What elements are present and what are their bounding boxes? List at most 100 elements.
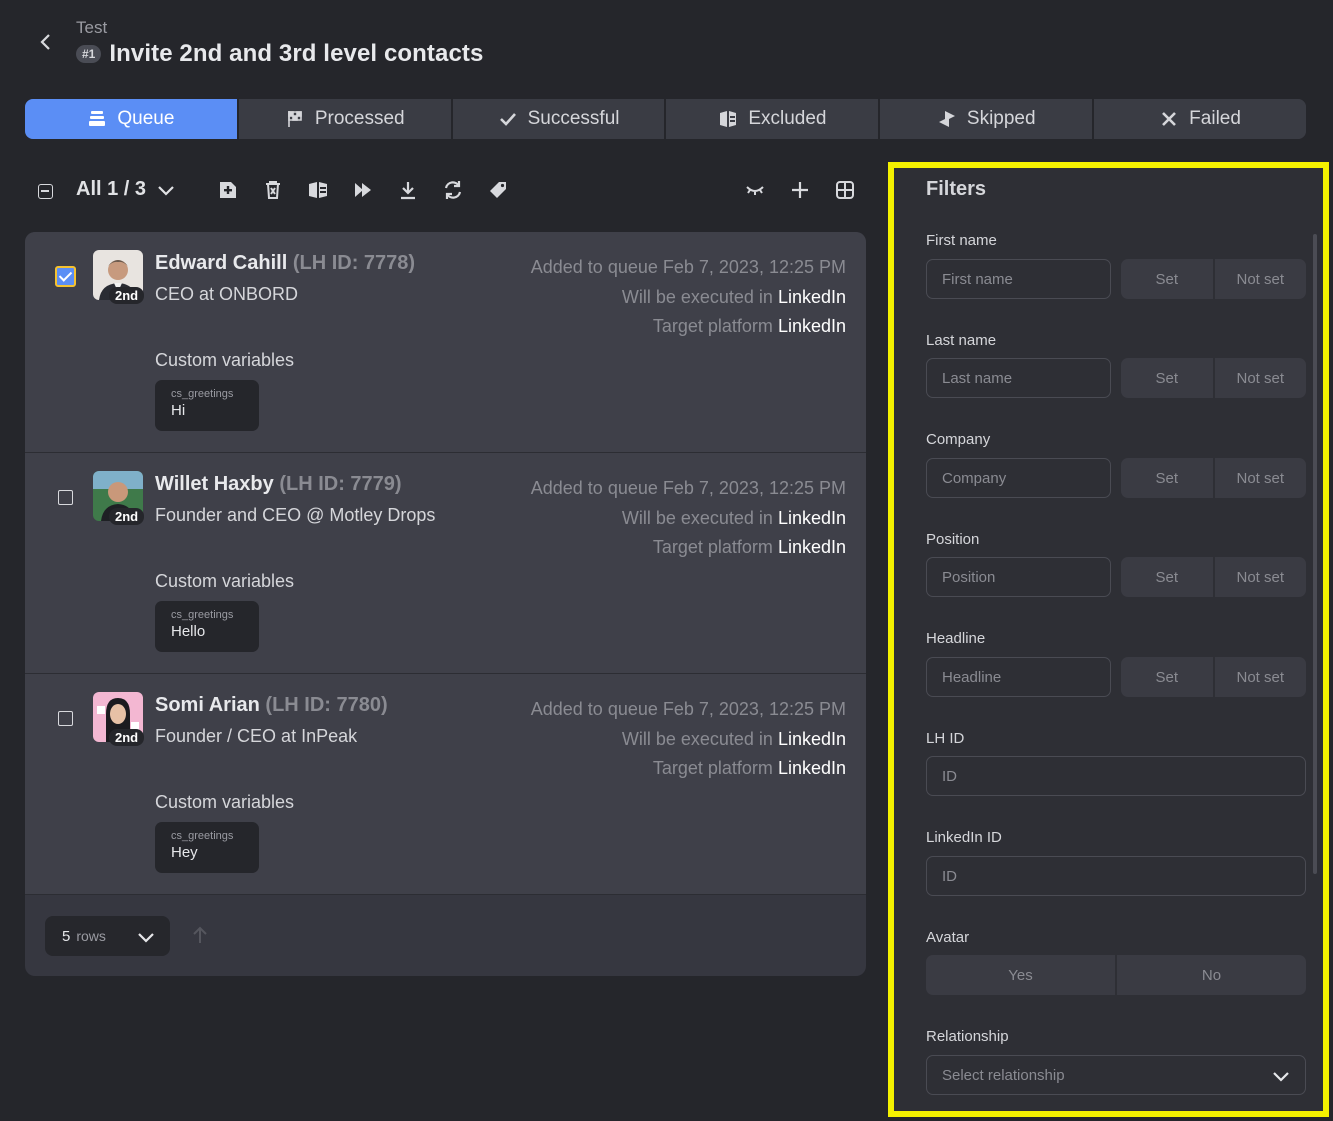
lh-id: (LH ID: 7778) [292,252,416,274]
tag-button[interactable] [487,179,509,201]
hide-button[interactable] [744,179,766,201]
tab-skipped[interactable]: Skipped [880,99,1095,139]
add-icon [220,182,236,198]
table-row[interactable]: 2nd Somi Arian (LH ID: 7780) Founder / C… [25,674,866,895]
arrow-up-icon [193,926,207,943]
set-option[interactable]: Set [1121,657,1215,697]
variable-value: Hey [171,844,198,861]
row-checkbox[interactable] [58,490,73,505]
company-input[interactable]: Company [926,458,1111,498]
not-set-option[interactable]: Not set [1215,557,1307,597]
contact-name[interactable]: Somi Arian [155,694,260,716]
back-button[interactable] [34,30,58,54]
row-checkbox[interactable] [58,711,73,726]
table-row[interactable]: 2nd Edward Cahill (LH ID: 7778) CEO at O… [25,232,866,453]
chevron-down-icon [158,185,174,196]
lh-id-label: LH ID [926,730,965,747]
last-name-input[interactable]: Last name [926,358,1111,398]
flag-icon [288,111,302,127]
queue-icon [89,111,106,126]
scroll-to-top-button[interactable] [189,924,211,946]
tab-successful[interactable]: Successful [452,99,667,139]
tab-label: Processed [314,108,405,129]
set-option[interactable]: Set [1121,259,1215,299]
first-name-set-toggle: Set Not set [1121,259,1306,299]
linkedin-id-label: LinkedIn ID [926,829,1002,846]
lh-id: (LH ID: 7780) [265,694,388,716]
last-name-label: Last name [926,332,997,349]
set-option[interactable]: Set [1121,557,1215,597]
not-set-option[interactable]: Not set [1215,358,1307,398]
custom-variable-chip: cs_greetings Hello [155,601,259,652]
row-checkbox[interactable] [55,266,76,287]
download-button[interactable] [397,179,419,201]
first-name-label: First name [926,232,997,249]
check-icon [499,113,516,126]
add-to-queue-button[interactable] [217,179,239,201]
target-platform: Target platform LinkedIn [652,316,846,336]
rows-per-page-value: 5 [62,927,71,945]
target-platform: Target platform LinkedIn [652,537,846,557]
first-name-input[interactable]: First name [926,259,1111,299]
filters-panel: Filters First name First name Set Not se… [888,162,1329,1117]
exclude-icon [309,182,327,198]
download-icon [401,182,415,200]
tab-label: Skipped [966,108,1036,129]
added-timestamp: Added to queue Feb 7, 2023, 12:25 PM [530,257,846,277]
select-all-checkbox[interactable] [38,184,53,199]
refresh-button[interactable] [442,179,464,201]
fast-forward-icon [355,183,371,197]
not-set-option[interactable]: Not set [1215,259,1307,299]
set-option[interactable]: Set [1121,358,1215,398]
delete-button[interactable] [262,179,284,201]
chevron-down-icon [1273,1072,1289,1082]
avatar-no-option[interactable]: No [1117,955,1306,995]
avatar-yes-option[interactable]: Yes [926,955,1117,995]
added-timestamp: Added to queue Feb 7, 2023, 12:25 PM [530,699,846,719]
skip-forward-button[interactable] [352,179,374,201]
contact-list: 2nd Edward Cahill (LH ID: 7778) CEO at O… [25,232,866,976]
position-input[interactable]: Position [926,557,1111,597]
headline-input[interactable]: Headline [926,657,1111,697]
contact-name[interactable]: Willet Haxby [155,473,274,495]
tab-processed[interactable]: Processed [238,99,453,139]
page-title: Invite 2nd and 3rd level contacts [109,40,484,67]
custom-variable-chip: cs_greetings Hi [155,380,259,431]
add-button[interactable] [789,179,811,201]
columns-button[interactable] [834,179,856,201]
tab-label: Excluded [748,108,827,129]
tab-label: Failed [1189,108,1241,129]
relationship-label: Relationship [926,1028,1009,1045]
list-toolbar: All 1 / 3 [25,170,866,210]
relationship-select[interactable]: Select relationship [926,1055,1306,1095]
company-label: Company [926,431,991,448]
not-set-option[interactable]: Not set [1215,657,1307,697]
not-set-option[interactable]: Not set [1215,458,1307,498]
position-label: Position [926,531,980,548]
filters-title: Filters [926,178,987,200]
executed-in: Will be executed in LinkedIn [621,728,846,749]
contact-name[interactable]: Edward Cahill [155,252,287,274]
set-option[interactable]: Set [1121,458,1215,498]
grid-icon [836,181,854,199]
variable-key: cs_greetings [171,830,234,842]
custom-variables-label: Custom variables [155,571,295,591]
avatar-toggle: Yes No [926,955,1306,995]
tab-label: Successful [527,108,620,129]
lh-id-input[interactable]: ID [926,756,1306,796]
rows-per-page-select[interactable]: 5 rows [45,916,170,956]
exclude-button[interactable] [307,179,329,201]
close-icon [1162,112,1177,126]
scrollbar[interactable] [1313,234,1317,874]
headline-set-toggle: Set Not set [1121,657,1306,697]
plus-icon [792,182,808,198]
selection-count-dropdown[interactable]: All 1 / 3 [76,178,176,201]
linkedin-id-input[interactable]: ID [926,856,1306,896]
relationship-placeholder: Select relationship [942,1067,1065,1084]
rows-per-page-label: rows [76,928,106,944]
tab-failed[interactable]: Failed [1094,99,1306,139]
table-row[interactable]: 2nd Willet Haxby (LH ID: 7779) Founder a… [25,453,866,674]
connection-degree-badge: 2nd [109,729,145,746]
tab-excluded[interactable]: Excluded [666,99,881,139]
tab-queue[interactable]: Queue [25,99,239,139]
